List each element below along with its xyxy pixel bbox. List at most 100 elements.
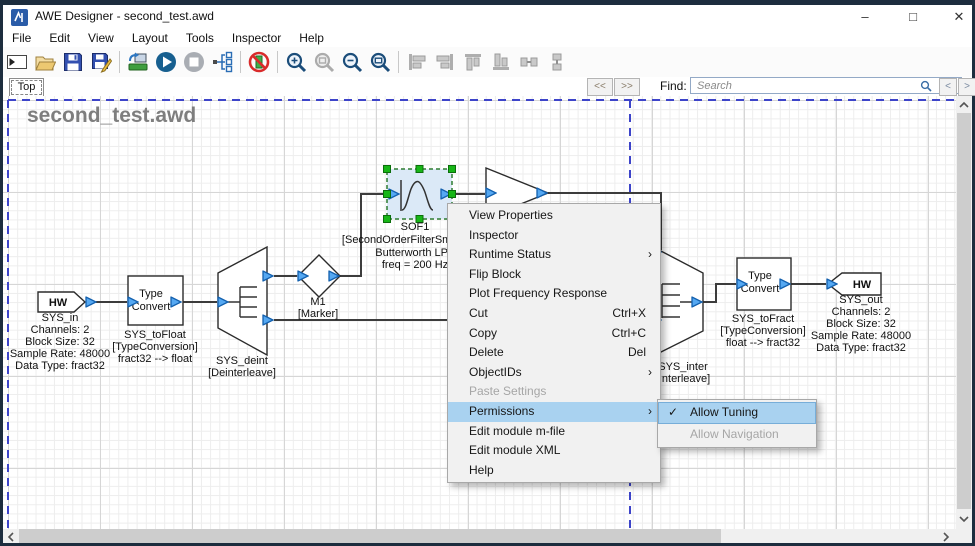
toolbar-separator bbox=[119, 51, 120, 73]
block-m1-marker[interactable] bbox=[298, 255, 340, 297]
block-sys-out-label: SYS_out Channels: 2 Block Size: 32 Sampl… bbox=[811, 294, 911, 354]
svg-text:[TypeConversion]: [TypeConversion] bbox=[112, 341, 198, 353]
block-sys-in[interactable]: HW bbox=[38, 292, 96, 312]
vertical-scroll-thumb[interactable] bbox=[957, 113, 971, 509]
find-label: Find: bbox=[660, 79, 687, 93]
svg-text:Block Size: 32: Block Size: 32 bbox=[25, 336, 95, 348]
menu-layout[interactable]: Layout bbox=[123, 31, 177, 45]
svg-text:M1: M1 bbox=[310, 296, 325, 308]
menu-item-edit-module-xml[interactable]: Edit module XML bbox=[448, 441, 660, 461]
block-sys-inter-label: SYS_inter [Interleave] bbox=[656, 361, 710, 385]
menu-item-view-properties[interactable]: View Properties bbox=[448, 206, 660, 226]
block-sof1-selected[interactable] bbox=[384, 166, 456, 223]
menu-item-delete[interactable]: DeleteDel bbox=[448, 343, 660, 363]
stop-icon[interactable] bbox=[181, 49, 207, 75]
wire[interactable] bbox=[703, 284, 736, 302]
toolbar-separator bbox=[398, 51, 399, 73]
align-bottom-icon[interactable] bbox=[488, 49, 514, 75]
menu-item-help[interactable]: Help bbox=[448, 461, 660, 481]
scrollbar-corner bbox=[956, 529, 972, 543]
zoom-in-icon[interactable] bbox=[283, 49, 309, 75]
svg-text:Data Type: fract32: Data Type: fract32 bbox=[15, 360, 105, 372]
save-icon[interactable] bbox=[60, 49, 86, 75]
svg-text:SOF1: SOF1 bbox=[401, 221, 430, 233]
tab-find-row: Top << >> Find: < > bbox=[3, 77, 972, 96]
align-top-icon[interactable] bbox=[460, 49, 486, 75]
app-window: AWE Designer - second_test.awd – □ ✕ Fil… bbox=[0, 0, 975, 546]
menu-item-cut[interactable]: CutCtrl+X bbox=[448, 304, 660, 324]
menu-view[interactable]: View bbox=[79, 31, 123, 45]
scroll-right-icon[interactable] bbox=[942, 532, 950, 542]
block-sys-in-label: SYS_in Channels: 2 Block Size: 32 Sample… bbox=[10, 312, 110, 372]
menu-item-objectids[interactable]: ObjectIDs› bbox=[448, 363, 660, 383]
zoom-fit-icon[interactable] bbox=[367, 49, 393, 75]
open-file-icon[interactable] bbox=[32, 49, 58, 75]
find-prev-button[interactable]: < bbox=[939, 78, 957, 96]
submenu-item-allow-tuning[interactable]: ✓Allow Tuning bbox=[658, 402, 816, 424]
horizontal-scroll-thumb[interactable] bbox=[19, 529, 721, 543]
svg-text:[Interleave]: [Interleave] bbox=[656, 373, 710, 385]
svg-text:float --> fract32: float --> fract32 bbox=[726, 337, 800, 349]
menu-item-plot-frequency-response[interactable]: Plot Frequency Response bbox=[448, 284, 660, 304]
zoom-out-icon[interactable] bbox=[339, 49, 365, 75]
distribute-horizontal-icon[interactable] bbox=[516, 49, 542, 75]
play-icon[interactable] bbox=[153, 49, 179, 75]
menu-item-flip-block[interactable]: Flip Block bbox=[448, 265, 660, 285]
block-sys-deint[interactable] bbox=[218, 247, 273, 355]
close-button[interactable]: ✕ bbox=[942, 5, 975, 29]
canvas-title: second_test.awd bbox=[27, 104, 196, 127]
align-left-icon[interactable] bbox=[404, 49, 430, 75]
menu-help[interactable]: Help bbox=[290, 31, 333, 45]
block-sys-deint-label: SYS_deint [Deinterleave] bbox=[208, 355, 276, 379]
find-forward-button[interactable]: >> bbox=[614, 78, 640, 96]
output-pin bbox=[263, 271, 273, 281]
menu-bar: File Edit View Layout Tools Inspector He… bbox=[3, 29, 972, 47]
menu-item-runtime-status[interactable]: Runtime Status› bbox=[448, 245, 660, 265]
propagate-changes-icon[interactable] bbox=[209, 49, 235, 75]
menu-inspector[interactable]: Inspector bbox=[223, 31, 290, 45]
block-m1-label: M1 [Marker] bbox=[298, 296, 338, 320]
svg-text:Sample Rate: 48000: Sample Rate: 48000 bbox=[811, 330, 911, 342]
halt-audio-icon[interactable] bbox=[246, 49, 272, 75]
output-pin bbox=[86, 297, 96, 307]
zoom-normal-icon[interactable] bbox=[311, 49, 337, 75]
block-sys-out[interactable]: HW bbox=[827, 273, 881, 295]
menu-file[interactable]: File bbox=[3, 31, 40, 45]
tab-top[interactable]: Top bbox=[9, 78, 44, 97]
minimize-button[interactable]: – bbox=[848, 5, 882, 29]
maximize-button[interactable]: □ bbox=[896, 5, 930, 29]
menu-item-permissions[interactable]: Permissions› bbox=[448, 402, 660, 422]
svg-text:freq = 200 Hz: freq = 200 Hz bbox=[382, 259, 448, 271]
save-as-icon[interactable] bbox=[88, 49, 114, 75]
svg-text:SYS_toFloat: SYS_toFloat bbox=[124, 329, 186, 341]
menu-tools[interactable]: Tools bbox=[177, 31, 223, 45]
block-sys-tofloat[interactable]: Type Convert bbox=[128, 276, 183, 325]
build-connect-icon[interactable] bbox=[125, 49, 151, 75]
window-title: AWE Designer - second_test.awd bbox=[35, 9, 214, 23]
block-sys-tofloat-label: SYS_toFloat [TypeConversion] fract32 -->… bbox=[112, 329, 198, 365]
scroll-up-icon[interactable] bbox=[959, 101, 969, 109]
menu-item-copy[interactable]: CopyCtrl+C bbox=[448, 324, 660, 344]
scroll-down-icon[interactable] bbox=[959, 515, 969, 523]
menu-item-edit-module-m-file[interactable]: Edit module m-file bbox=[448, 422, 660, 442]
new-canvas-icon[interactable] bbox=[4, 49, 30, 75]
menu-item-inspector[interactable]: Inspector bbox=[448, 226, 660, 246]
find-next-button[interactable]: > bbox=[958, 78, 975, 96]
align-right-icon[interactable] bbox=[432, 49, 458, 75]
svg-text:Data Type: fract32: Data Type: fract32 bbox=[816, 342, 906, 354]
menu-edit[interactable]: Edit bbox=[40, 31, 79, 45]
block-sys-tofract[interactable]: Type Convert bbox=[737, 258, 791, 310]
find-back-button[interactable]: << bbox=[587, 78, 613, 96]
vertical-scrollbar[interactable] bbox=[956, 96, 972, 529]
svg-text:SYS_toFract: SYS_toFract bbox=[732, 313, 794, 325]
output-pin bbox=[263, 315, 273, 325]
scroll-left-icon[interactable] bbox=[7, 532, 15, 542]
svg-text:SYS_out: SYS_out bbox=[839, 294, 882, 306]
horizontal-scrollbar[interactable] bbox=[3, 529, 956, 543]
svg-text:[Marker]: [Marker] bbox=[298, 308, 338, 320]
submenu-arrow-icon: › bbox=[648, 402, 652, 422]
svg-text:SYS_deint: SYS_deint bbox=[216, 355, 268, 367]
distribute-vertical-icon[interactable] bbox=[544, 49, 570, 75]
svg-text:Type: Type bbox=[748, 270, 772, 282]
app-logo-icon bbox=[11, 9, 28, 26]
